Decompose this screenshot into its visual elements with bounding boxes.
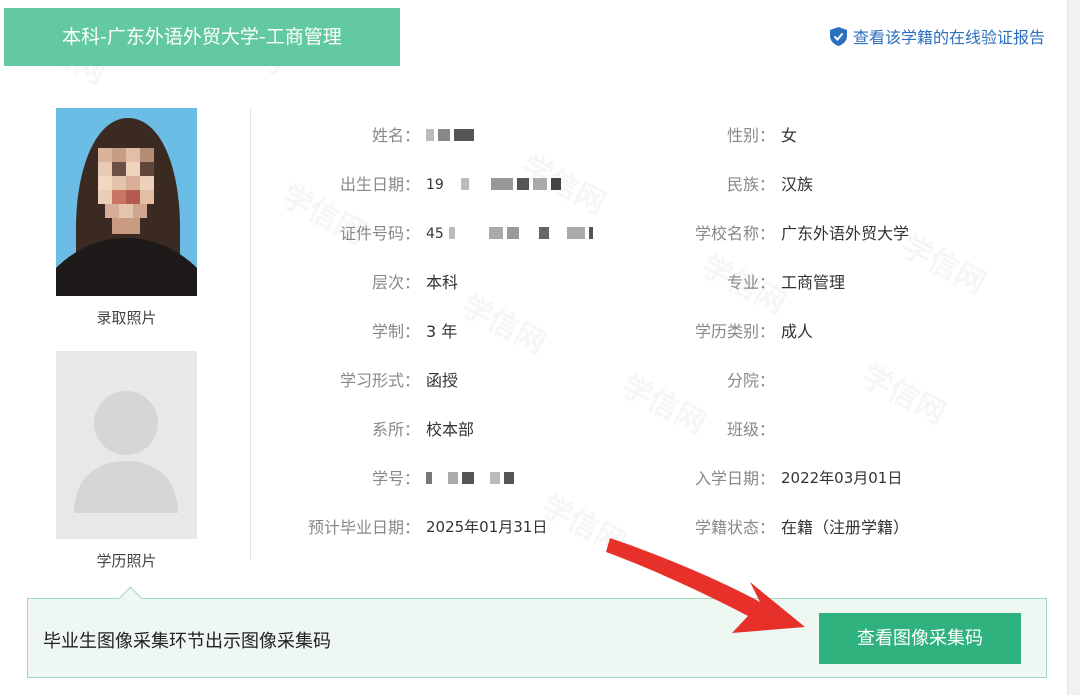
field-id-number: 证件号码： 45 (250, 221, 597, 243)
field-label: 出生日期： (339, 175, 420, 194)
field-value: 2025年01月31日 (426, 517, 548, 536)
student-record-card: 学信网 学信网 学信网 学信网 学信网 学信网 学信网 学信网 学信网 学信网 … (0, 0, 1068, 695)
image-code-notice: 毕业生图像采集环节出示图像采集码 查看图像采集码 (27, 598, 1047, 678)
field-value: 广东外语外贸大学 (781, 224, 910, 243)
field-label: 班级： (726, 420, 775, 439)
field-value: 函授 (426, 371, 459, 390)
field-value-masked: 45 (420, 223, 597, 242)
watermark: 学信网 (895, 221, 995, 302)
watermark: 学信网 (855, 351, 955, 432)
red-arrow-icon (606, 538, 805, 633)
pixelated-portrait-image (56, 108, 197, 296)
field-label: 姓名： (371, 126, 420, 145)
field-value: 校本部 (426, 420, 475, 439)
record-title: 本科-广东外语外贸大学-工商管理 (62, 26, 342, 48)
field-label: 性别： (726, 126, 775, 145)
field-study-mode: 学习形式： 函授 (250, 368, 458, 390)
online-verification-link[interactable]: 查看该学籍的在线验证报告 (829, 24, 1045, 48)
field-label: 系所： (371, 420, 420, 439)
field-value: 女 (781, 126, 798, 145)
field-name: 姓名： (250, 123, 478, 145)
field-label: 学习形式： (339, 371, 420, 390)
view-image-code-button[interactable]: 查看图像采集码 (819, 613, 1021, 664)
field-label: 学历类别： (694, 322, 775, 341)
field-label: 入学日期： (694, 469, 775, 488)
field-label: 学制： (371, 322, 420, 341)
field-level: 层次： 本科 (250, 270, 458, 292)
field-label: 证件号码： (339, 224, 420, 243)
field-value-masked (420, 468, 518, 487)
user-silhouette-icon (56, 351, 197, 539)
field-school-name: 学校名称： 广东外语外贸大学 (600, 221, 909, 243)
field-department: 系所： 校本部 (250, 417, 474, 439)
field-value: 3 年 (426, 322, 458, 341)
field-ethnicity: 民族： 汉族 (600, 172, 813, 194)
field-label: 层次： (371, 273, 420, 292)
field-gender: 性别： 女 (600, 123, 797, 145)
field-label: 学号： (371, 469, 420, 488)
verify-link-label: 查看该学籍的在线验证报告 (852, 28, 1045, 47)
diploma-photo-caption: 学历照片 (96, 552, 157, 570)
record-title-tag: 本科-广东外语外贸大学-工商管理 (4, 8, 400, 66)
field-branch: 分院： (600, 368, 781, 390)
watermark: 学信网 (455, 281, 555, 362)
field-birth-date: 出生日期： 19 (250, 172, 565, 194)
field-label: 预计毕业日期： (307, 518, 420, 537)
field-value: 2022年03月01日 (781, 468, 903, 487)
field-label: 民族： (726, 175, 775, 194)
field-value: 工商管理 (781, 273, 846, 292)
field-label: 学校名称： (694, 224, 775, 243)
field-label: 分院： (726, 371, 775, 390)
shield-check-icon (829, 26, 847, 46)
field-student-number: 学号： (250, 466, 518, 488)
diploma-photo-placeholder (56, 351, 197, 539)
field-duration: 学制： 3 年 (250, 319, 457, 341)
field-label: 专业： (726, 273, 775, 292)
field-value-masked: 19 (420, 174, 565, 193)
field-enrollment-date: 入学日期： 2022年03月01日 (600, 466, 903, 489)
field-expected-graduation: 预计毕业日期： 2025年01月31日 (250, 515, 548, 538)
field-education-type: 学历类别： 成人 (600, 319, 813, 341)
field-class: 班级： (600, 417, 781, 439)
admission-photo-caption: 录取照片 (96, 309, 157, 327)
field-major: 专业： 工商管理 (600, 270, 845, 292)
image-code-notice-text: 毕业生图像采集环节出示图像采集码 (43, 631, 331, 652)
admission-photo (56, 108, 197, 296)
field-value: 汉族 (781, 175, 814, 194)
photo-column: 录取照片 学历照片 (56, 108, 197, 570)
field-value: 本科 (426, 273, 459, 292)
field-value-masked (420, 125, 478, 144)
field-value: 成人 (781, 322, 814, 341)
